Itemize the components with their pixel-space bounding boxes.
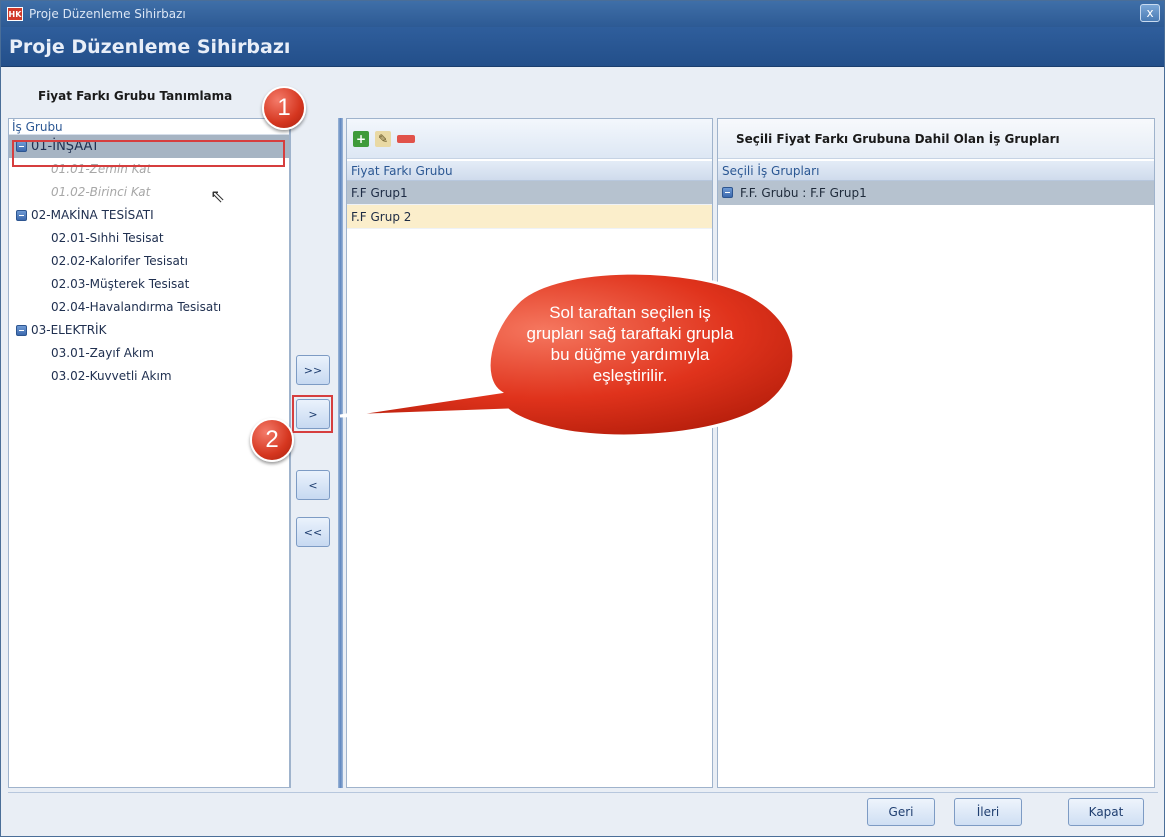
delete-icon[interactable] [397, 134, 415, 143]
callout-text: Sol taraftan seçilen iş grupları sağ tar… [526, 303, 734, 385]
collapse-icon[interactable] [16, 325, 27, 336]
edit-icon[interactable]: ✎ [375, 130, 391, 147]
section-title: Fiyat Farkı Grubu Tanımlama [38, 89, 233, 103]
highlight-box-1 [12, 140, 285, 167]
splitter[interactable] [338, 118, 343, 788]
expand-icon[interactable] [722, 187, 733, 198]
step-badge-2: 2 [250, 418, 294, 462]
assigned-row[interactable]: F.F. Grubu : F.F Grup1 [718, 181, 1154, 205]
tree-node-kuvvetli[interactable]: 03.02-Kuvvetli Akım [9, 365, 289, 388]
remove-one-button[interactable]: < [296, 470, 330, 500]
tree-node-kalorifer[interactable]: 02.02-Kalorifer Tesisatı [9, 250, 289, 273]
wizard-header: Proje Düzenleme Sihirbazı [1, 27, 1164, 67]
tree-node-musterek[interactable]: 02.03-Müşterek Tesisat [9, 273, 289, 296]
groups-grid-header[interactable]: Fiyat Farkı Grubu [347, 161, 712, 181]
groups-toolbar: + ✎ [347, 119, 712, 159]
tree-node-birinci-kat[interactable]: 01.02-Birinci Kat [9, 181, 289, 204]
tree-node-havalandirma[interactable]: 02.04-Havalandırma Tesisatı [9, 296, 289, 319]
app-icon: HK [7, 7, 23, 21]
title-bar: HK Proje Düzenleme Sihirbazı x [1, 1, 1164, 27]
back-button[interactable]: Geri [867, 798, 935, 826]
assigned-panel-title: Seçili Fiyat Farkı Grubuna Dahil Olan İş… [718, 119, 1154, 159]
groups-grid-row[interactable]: F.F Grup 2 [347, 205, 712, 229]
step-badge-1: 1 [262, 86, 306, 130]
mouse-cursor-icon: ⇖ [210, 186, 226, 207]
add-all-button[interactable]: >> [296, 355, 330, 385]
groups-grid-row[interactable]: F.F Grup1 [347, 181, 712, 205]
tree-node-elektrik[interactable]: 03-ELEKTRİK [9, 319, 289, 342]
tree-header: İş Grubu [9, 119, 289, 135]
remove-all-button[interactable]: << [296, 517, 330, 547]
tree-node-sihhi[interactable]: 02.01-Sıhhi Tesisat [9, 227, 289, 250]
price-diff-groups-panel: + ✎ Fiyat Farkı Grubu F.F Grup1 F.F Grup… [346, 118, 713, 788]
collapse-icon[interactable] [16, 210, 27, 221]
tree-node-zayif[interactable]: 03.01-Zayıf Akım [9, 342, 289, 365]
add-icon[interactable]: + [353, 130, 369, 147]
highlight-box-2 [292, 395, 333, 433]
assigned-groups-panel: Seçili Fiyat Farkı Grubuna Dahil Olan İş… [717, 118, 1155, 788]
window-title: Proje Düzenleme Sihirbazı [29, 7, 186, 21]
next-button[interactable]: İleri [954, 798, 1022, 826]
close-icon[interactable]: x [1140, 4, 1160, 22]
assigned-grid-header[interactable]: Seçili İş Grupları [718, 161, 1154, 181]
close-button[interactable]: Kapat [1068, 798, 1144, 826]
work-group-tree[interactable]: İş Grubu 01-İNŞAAT 01.01-Zemin Kat 01.02… [8, 118, 290, 788]
divider [290, 118, 291, 788]
tree-node-makina[interactable]: 02-MAKİNA TESİSATI [9, 204, 289, 227]
